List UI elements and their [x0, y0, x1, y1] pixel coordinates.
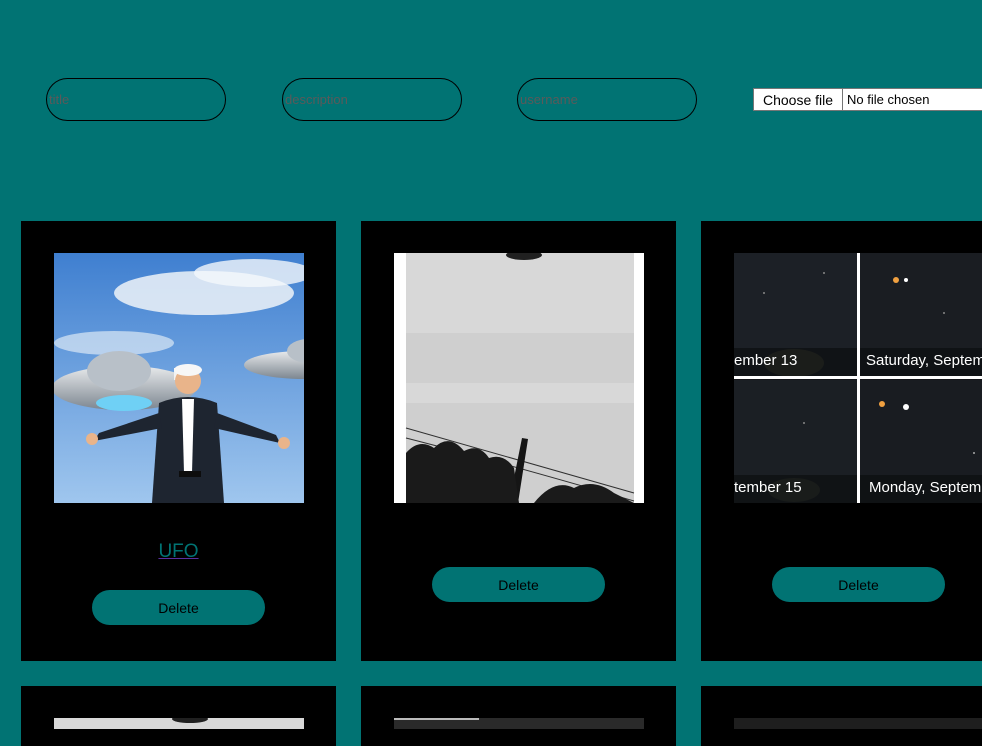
post-image — [54, 718, 304, 729]
file-status-text: No file chosen — [847, 92, 930, 107]
post-card — [21, 686, 336, 746]
post-title-link[interactable]: UFO — [21, 541, 336, 563]
delete-button[interactable]: Delete — [772, 567, 945, 602]
post-image: ember 13 Saturday, Septem tember 15 Mond… — [734, 253, 982, 503]
collage-label: Monday, Septem — [869, 479, 981, 496]
delete-button[interactable]: Delete — [92, 590, 265, 625]
post-card: UFO Delete — [21, 221, 336, 661]
collage-label: tember 15 — [734, 479, 802, 496]
file-input[interactable]: Choose file No file chosen — [753, 88, 982, 111]
collage-label: ember 13 — [734, 352, 797, 369]
post-image — [734, 718, 982, 729]
username-input[interactable] — [517, 78, 697, 121]
post-image — [394, 253, 644, 503]
choose-file-button[interactable]: Choose file — [754, 89, 844, 110]
upload-form: Choose file No file chosen — [46, 78, 982, 121]
post-image — [394, 718, 644, 729]
post-card: Delete — [361, 221, 676, 661]
post-card — [361, 686, 676, 746]
collage-label: Saturday, Septem — [866, 352, 982, 369]
title-input[interactable] — [46, 78, 226, 121]
description-input[interactable] — [282, 78, 462, 121]
post-card: ember 13 Saturday, Septem tember 15 Mond… — [701, 221, 982, 661]
post-card — [701, 686, 982, 746]
delete-button[interactable]: Delete — [432, 567, 605, 602]
post-image — [54, 253, 304, 503]
